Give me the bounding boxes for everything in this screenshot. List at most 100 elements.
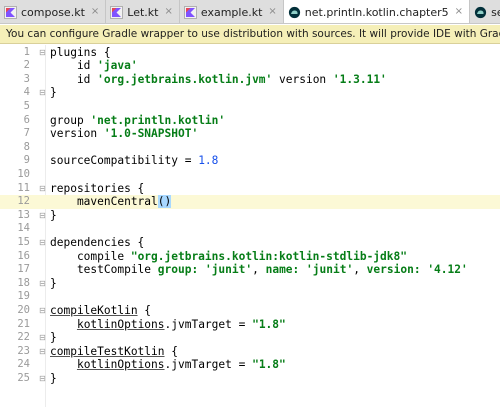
close-tab-icon[interactable]: ×	[91, 7, 99, 17]
code-line[interactable]: compileKotlin {	[46, 304, 500, 318]
gradle-wrapper-notification[interactable]: You can configure Gradle wrapper to use …	[0, 25, 500, 44]
code-line[interactable]	[46, 100, 500, 114]
code-token: mavenCentral	[50, 195, 158, 209]
close-tab-icon[interactable]: ×	[164, 7, 172, 17]
line-number: 12	[0, 195, 46, 209]
fold-marker-icon[interactable]: ⊟	[39, 304, 46, 318]
code-line[interactable]: group 'net.println.kotlin'	[46, 114, 500, 128]
tab-compose-kt[interactable]: compose.kt ×	[0, 0, 107, 23]
code-line[interactable]: version '1.0-SNAPSHOT'	[46, 127, 500, 141]
fold-marker-icon[interactable]: ⊟	[39, 46, 46, 60]
line-number: 25	[17, 371, 30, 384]
code-token: }	[50, 276, 57, 290]
tab-settings-gradle[interactable]: settings.gradle×	[470, 0, 500, 23]
code-line[interactable]: }	[46, 86, 500, 100]
line-number: 23	[17, 344, 30, 357]
line-number: 4	[23, 86, 30, 99]
editor-tab-bar: compose.kt × Let.kt × example.kt × net.println…	[0, 0, 500, 24]
code-token: compile	[50, 249, 131, 263]
code-token: )	[164, 195, 172, 209]
code-token: .jvmTarget =	[164, 317, 253, 331]
line-number: 14	[17, 222, 30, 235]
code-token: id	[50, 72, 98, 86]
code-token: 'junit'	[306, 263, 354, 277]
fold-marker-icon[interactable]: ⊟	[39, 277, 46, 291]
code-line[interactable]: }	[46, 331, 500, 345]
code-token: {	[137, 303, 152, 317]
line-number: 2	[23, 59, 30, 72]
fold-marker-icon[interactable]: ⊟	[39, 331, 46, 345]
tab-net-println-kotlin-chapter5[interactable]: net.println.kotlin.chapter5 ×	[283, 0, 471, 23]
code-line[interactable]: id 'java'	[46, 59, 500, 73]
code-line[interactable]: repositories {	[46, 182, 500, 196]
code-line[interactable]	[46, 168, 500, 182]
tab-label: Let.kt	[127, 5, 159, 19]
line-number: 20	[17, 303, 30, 316]
tab-label: compose.kt	[21, 5, 85, 19]
close-tab-icon[interactable]: ×	[268, 7, 276, 17]
line-number: 22	[17, 331, 30, 344]
kotlin-file-icon	[110, 5, 124, 19]
code-editor[interactable]: 1 ⊟ 2 3 4 ⊟ 5 6 7 8 9 10 11 ⊟ 12 13 ⊟ 14 15 ⊟ 16 17 18 ⊟ 19 20 ⊟ 21…	[0, 45, 500, 407]
line-number: 16	[17, 249, 30, 262]
code-line[interactable]: mavenCentral()	[46, 195, 500, 209]
code-token: group	[50, 113, 91, 127]
code-line[interactable]: compileTestKotlin {	[46, 345, 500, 359]
code-token: '1.3.11'	[332, 72, 387, 86]
code-line[interactable]: compile "org.jetbrains.kotlin:kotlin-std…	[46, 250, 500, 264]
code-area[interactable]: plugins { id 'java' id 'org.jetbrains.ko…	[46, 45, 500, 407]
code-token: }	[50, 208, 57, 222]
code-token: id	[50, 59, 98, 73]
code-line[interactable]	[46, 290, 500, 304]
tab-label: example.kt	[200, 5, 263, 19]
code-token: }	[50, 86, 57, 100]
code-token: 'junit'	[204, 263, 253, 277]
code-token: dependencies {	[50, 235, 145, 249]
code-token: {	[164, 344, 178, 358]
code-line[interactable]	[46, 222, 500, 236]
line-number: 1	[23, 45, 30, 58]
code-line[interactable]	[46, 141, 500, 155]
code-line[interactable]: plugins {	[46, 46, 500, 60]
line-number: 7	[23, 127, 30, 140]
code-line[interactable]: sourceCompatibility = 1.8	[46, 154, 500, 168]
code-token: ,	[353, 263, 367, 277]
fold-marker-icon[interactable]: ⊟	[39, 182, 46, 196]
tab-let-kt[interactable]: Let.kt ×	[106, 0, 180, 23]
code-line[interactable]: dependencies {	[46, 236, 500, 250]
fold-marker-icon[interactable]: ⊟	[39, 345, 46, 359]
code-token: version	[272, 72, 333, 86]
code-line[interactable]: }	[46, 209, 500, 223]
code-token: '1.0-SNAPSHOT'	[103, 127, 199, 141]
line-number: 8	[23, 140, 30, 153]
line-number-gutter[interactable]: 1 ⊟ 2 3 4 ⊟ 5 6 7 8 9 10 11 ⊟ 12 13 ⊟ 14 15 ⊟ 16 17 18 ⊟ 19 20 ⊟ 21…	[0, 45, 46, 407]
code-line[interactable]: }	[46, 372, 500, 386]
fold-marker-icon[interactable]: ⊟	[39, 236, 46, 250]
tab-example-kt[interactable]: example.kt ×	[179, 0, 284, 23]
fold-marker-icon[interactable]: ⊟	[39, 86, 46, 100]
code-line[interactable]: kotlinOptions.jvmTarget = "1.8"	[46, 358, 500, 372]
code-token: 'java'	[97, 59, 138, 73]
code-token: repositories {	[50, 181, 145, 195]
code-token: }	[50, 331, 57, 345]
code-token: 'org.jetbrains.kotlin.jvm'	[97, 72, 273, 86]
code-token: 1.8	[198, 154, 219, 168]
line-number: 3	[23, 72, 30, 85]
fold-marker-icon[interactable]: ⊟	[39, 372, 46, 386]
code-token: "1.8"	[252, 358, 286, 372]
code-line[interactable]: testCompile group: 'junit', name: 'junit…	[46, 263, 500, 277]
close-tab-icon[interactable]: ×	[455, 7, 463, 17]
code-token: (	[157, 195, 165, 209]
code-line[interactable]: id 'org.jetbrains.kotlin.jvm' version '1…	[46, 73, 500, 87]
tab-label: settings.gradle	[491, 5, 500, 19]
line-number: 6	[23, 113, 30, 126]
line-number: 13	[17, 208, 30, 221]
fold-marker-icon[interactable]: ⊟	[39, 209, 46, 223]
line-number: 10	[17, 167, 30, 180]
line-number: 15	[17, 235, 30, 248]
line-number: 11	[17, 181, 30, 194]
code-line[interactable]: }	[46, 277, 500, 291]
code-token: '4.12'	[427, 263, 468, 277]
code-line[interactable]: kotlinOptions.jvmTarget = "1.8"	[46, 318, 500, 332]
